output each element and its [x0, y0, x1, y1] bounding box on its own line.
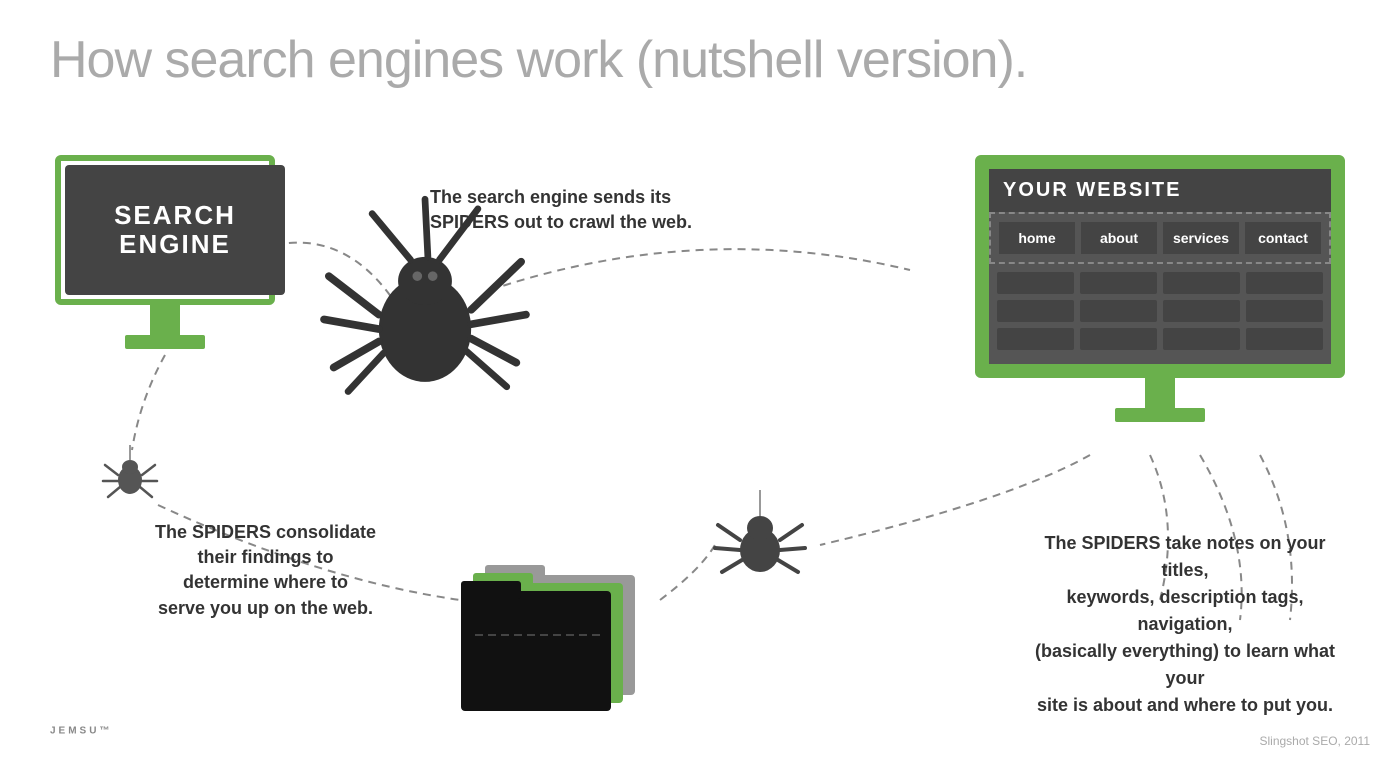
website-monitor: YOUR WEBSITE home about services contact	[975, 155, 1345, 422]
nav-contact: contact	[1245, 222, 1321, 254]
page-title: How search engines work (nutshell versio…	[50, 30, 1027, 90]
website-title: YOUR WEBSITE	[989, 169, 1331, 212]
jemsu-logo: JEMSU™	[50, 722, 112, 748]
website-stand	[1145, 378, 1175, 408]
content-block	[1163, 272, 1240, 294]
search-engine-monitor: SEARCH ENGINE	[55, 155, 275, 349]
spider-small-bottom	[710, 490, 810, 590]
content-block	[1080, 328, 1157, 350]
content-block	[1246, 328, 1323, 350]
content-block	[1080, 272, 1157, 294]
folder-stack	[455, 555, 655, 715]
spider-small-left	[100, 445, 160, 505]
website-nav: home about services contact	[989, 212, 1331, 264]
content-block	[1163, 328, 1240, 350]
content-block	[1080, 300, 1157, 322]
monitor-stand	[150, 305, 180, 335]
search-engine-label: SEARCH ENGINE	[114, 201, 236, 258]
content-block	[1163, 300, 1240, 322]
nav-about: about	[1081, 222, 1157, 254]
content-block	[997, 300, 1074, 322]
monitor-screen: SEARCH ENGINE	[65, 165, 285, 295]
content-block	[1246, 272, 1323, 294]
annotation-bottom-right: The SPIDERS take notes on your titles, k…	[1025, 530, 1345, 719]
nav-services: services	[1163, 222, 1239, 254]
nav-home: home	[999, 222, 1075, 254]
website-content	[989, 264, 1331, 364]
content-block	[1246, 300, 1323, 322]
content-block	[997, 272, 1074, 294]
monitor-base	[125, 335, 205, 349]
credit-text: Slingshot SEO, 2011	[1259, 734, 1370, 748]
content-block	[997, 328, 1074, 350]
website-base	[1115, 408, 1205, 422]
annotation-bottom-left: The SPIDERS consolidate their findings t…	[155, 520, 376, 621]
annotation-top: The search engine sends its SPIDERS out …	[430, 185, 692, 235]
